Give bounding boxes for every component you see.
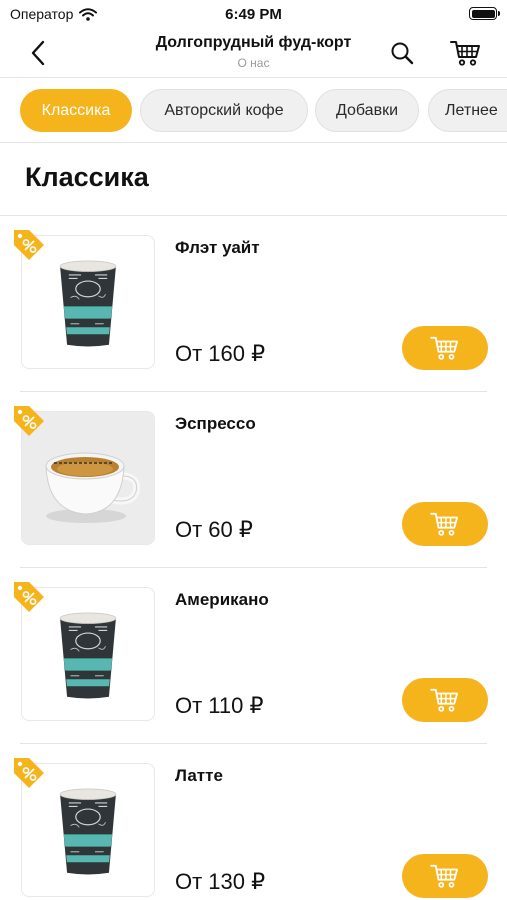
product-item[interactable]: Флэт уайт От 160 ₽ [0,216,507,392]
paper-cup-image [53,606,123,702]
tab-author-coffee[interactable]: Авторский кофе [140,89,308,132]
percent-tag-icon [12,756,46,790]
product-price: От 130 ₽ [175,869,266,894]
percent-tag-icon [12,580,46,614]
product-name: Эспрессо [175,414,256,433]
section-title: Классика [25,162,149,192]
page-subtitle-about[interactable]: О нас [120,56,387,70]
chevron-left-icon [31,40,45,66]
percent-tag-icon [12,404,46,438]
status-time: 6:49 PM [225,6,282,23]
cart-icon [430,863,460,889]
navigation-bar: Долгопрудный фуд-корт О нас [0,28,507,78]
search-icon [391,42,414,65]
tab-additives[interactable]: Добавки [315,89,419,132]
cart-icon [430,335,460,361]
page-title: Долгопрудный фуд-корт [155,34,352,51]
cart-icon [430,511,460,537]
cart-button[interactable] [448,36,484,70]
product-price: От 160 ₽ [175,341,266,366]
back-button[interactable] [22,38,54,68]
product-name: Флэт уайт [175,238,260,257]
espresso-cup-image [45,452,141,523]
tab-summer[interactable]: Летнее [428,89,507,132]
tab-label: Классика [41,101,111,119]
product-name: Латте [175,766,223,785]
cart-icon [450,39,482,67]
add-to-cart-button[interactable] [402,502,488,546]
tab-label: Авторский кофе [164,101,284,119]
add-to-cart-button[interactable] [402,854,488,898]
percent-tag-icon [12,228,46,262]
category-tabs: Классика Авторский кофе Добавки Летнее [0,79,507,143]
cart-icon [430,687,460,713]
paper-cup-image [53,782,123,878]
product-item[interactable]: Эспрессо От 60 ₽ [0,392,507,568]
product-price: От 110 ₽ [175,693,264,718]
tab-classic[interactable]: Классика [20,89,132,132]
product-item[interactable]: Американо От 110 ₽ [0,568,507,744]
add-to-cart-button[interactable] [402,678,488,722]
paper-cup-image [53,254,123,350]
tab-label: Летнее [445,101,498,119]
battery-icon [469,7,500,20]
tab-label: Добавки [335,101,399,119]
status-bar: Оператор 6:49 PM [0,0,507,28]
nav-title-block: Долгопрудный фуд-корт О нас [120,34,387,70]
product-item[interactable]: Латте От 130 ₽ [0,744,507,900]
search-button[interactable] [386,38,418,68]
product-price: От 60 ₽ [175,517,253,542]
product-name: Американо [175,590,269,609]
add-to-cart-button[interactable] [402,326,488,370]
